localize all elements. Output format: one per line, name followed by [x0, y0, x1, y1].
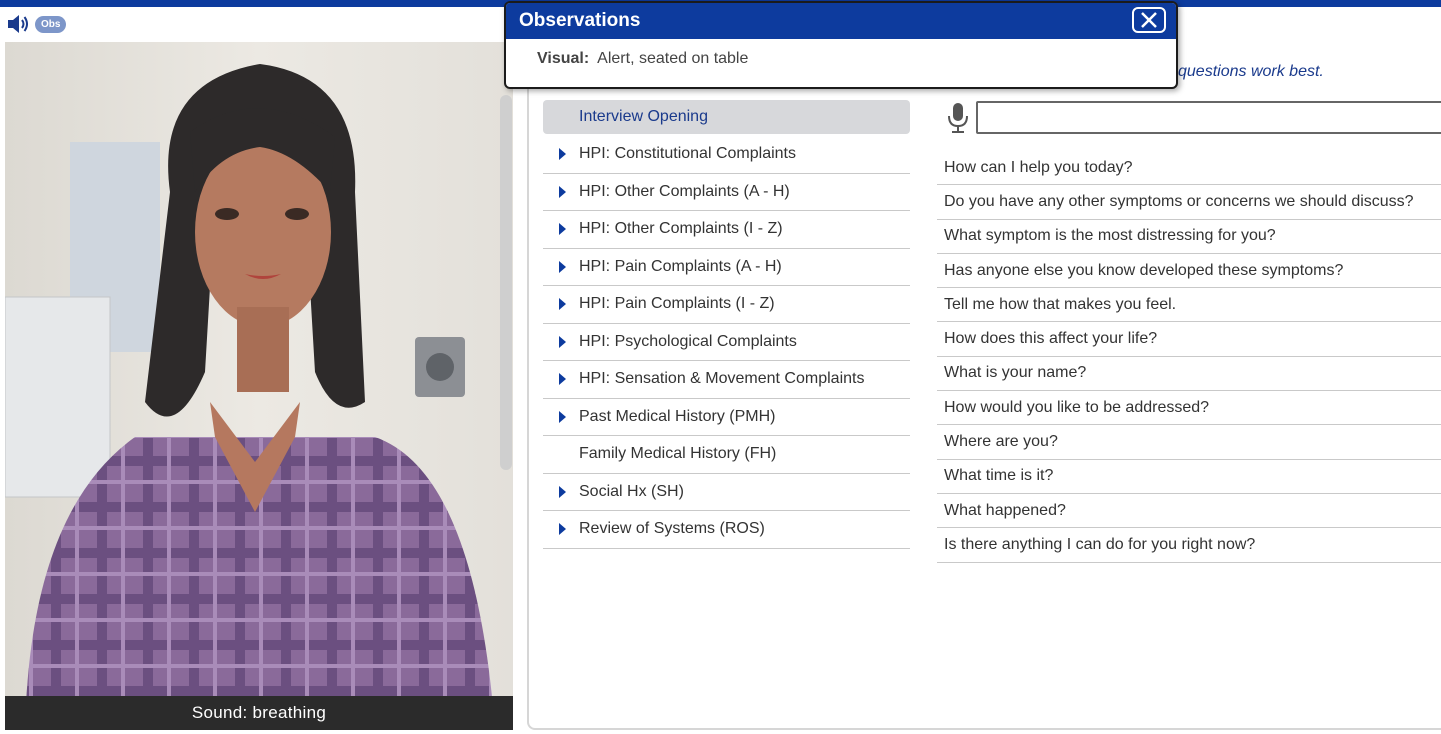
category-item[interactable]: HPI: Constitutional Complaints	[543, 136, 910, 174]
category-item[interactable]: Review of Systems (ROS)	[543, 511, 910, 549]
category-label: Family Medical History (FH)	[579, 445, 777, 463]
category-label: HPI: Sensation & Movement Complaints	[579, 370, 865, 388]
question-item[interactable]: Do you have any other symptoms or concer…	[937, 185, 1441, 220]
microphone-icon[interactable]	[946, 102, 970, 134]
observations-button[interactable]: Obs	[35, 15, 67, 33]
question-item[interactable]: How can I help you today?	[937, 151, 1441, 186]
category-item[interactable]: Past Medical History (PMH)	[543, 399, 910, 436]
category-label: HPI: Other Complaints (A - H)	[579, 182, 790, 200]
question-list: How can I help you today? Do you have any…	[937, 151, 1441, 563]
category-item[interactable]: Social Hx (SH)	[543, 474, 910, 511]
popup-title: Observations	[519, 10, 641, 31]
category-label: HPI: Pain Complaints (I - Z)	[579, 295, 775, 313]
expand-arrow-icon	[559, 523, 566, 536]
question-item[interactable]: Tell me how that makes you feel.	[937, 288, 1441, 323]
expand-arrow-icon	[559, 298, 566, 311]
question-item[interactable]: Has anyone else you know developed these…	[937, 254, 1441, 289]
expand-arrow-icon	[559, 335, 566, 348]
category-list: Interview Opening HPI: Constitutional Com…	[543, 100, 910, 549]
popup-body: Visual: Alert, seated on table	[506, 39, 1176, 68]
expand-arrow-icon	[559, 148, 566, 161]
category-label: Past Medical History (PMH)	[579, 407, 776, 425]
visual-label: Visual:	[537, 50, 590, 67]
visual-value: Alert, seated on table	[597, 50, 749, 67]
expand-arrow-icon	[559, 485, 566, 498]
question-item[interactable]: Where are you?	[937, 425, 1441, 460]
category-label: HPI: Pain Complaints (A - H)	[579, 257, 782, 275]
question-item[interactable]: What time is it?	[937, 460, 1441, 494]
close-icon	[1141, 12, 1157, 28]
question-item[interactable]: What is your name?	[937, 357, 1441, 392]
patient-view: Sound: breathing	[5, 42, 513, 730]
patient-scrollbar[interactable]	[500, 95, 512, 470]
category-label: Review of Systems (ROS)	[579, 520, 765, 538]
category-item[interactable]: Interview Opening	[543, 100, 910, 134]
category-item[interactable]: HPI: Other Complaints (A - H)	[543, 174, 910, 211]
toolbar: Obs	[5, 9, 515, 39]
category-item[interactable]: HPI: Other Complaints (I - Z)	[543, 211, 910, 249]
expand-arrow-icon	[559, 185, 566, 198]
expand-arrow-icon	[559, 373, 566, 386]
category-item[interactable]: HPI: Pain Complaints (I - Z)	[543, 286, 910, 324]
category-label: Social Hx (SH)	[579, 482, 684, 500]
category-label: HPI: Constitutional Complaints	[579, 145, 796, 163]
question-input[interactable]	[976, 101, 1441, 134]
question-item[interactable]: How would you like to be addressed?	[937, 391, 1441, 426]
category-label: HPI: Other Complaints (I - Z)	[579, 220, 783, 238]
expand-arrow-icon	[559, 260, 566, 273]
expand-arrow-icon	[559, 223, 566, 236]
hint-text: questions work best.	[1178, 63, 1324, 80]
sound-caption: Sound: breathing	[5, 696, 513, 730]
question-item[interactable]: What symptom is the most distressing for…	[937, 220, 1441, 254]
category-label: Interview Opening	[579, 108, 708, 125]
category-item[interactable]: HPI: Psychological Complaints	[543, 324, 910, 361]
speaker-icon[interactable]	[5, 11, 31, 37]
question-item[interactable]: What happened?	[937, 494, 1441, 529]
question-item[interactable]: Is there anything I can do for you right…	[937, 528, 1441, 563]
question-item[interactable]: How does this affect your life?	[937, 322, 1441, 357]
patient-avatar-image	[5, 42, 513, 730]
category-item[interactable]: Family Medical History (FH)	[543, 436, 910, 474]
popup-header: Observations	[506, 3, 1176, 39]
observations-popup: Observations Visual: Alert, seated on tab…	[504, 1, 1178, 89]
close-button[interactable]	[1132, 7, 1166, 33]
category-item[interactable]: HPI: Sensation & Movement Complaints	[543, 361, 910, 399]
expand-arrow-icon	[559, 410, 566, 423]
category-label: HPI: Psychological Complaints	[579, 332, 797, 350]
category-item[interactable]: HPI: Pain Complaints (A - H)	[543, 249, 910, 286]
